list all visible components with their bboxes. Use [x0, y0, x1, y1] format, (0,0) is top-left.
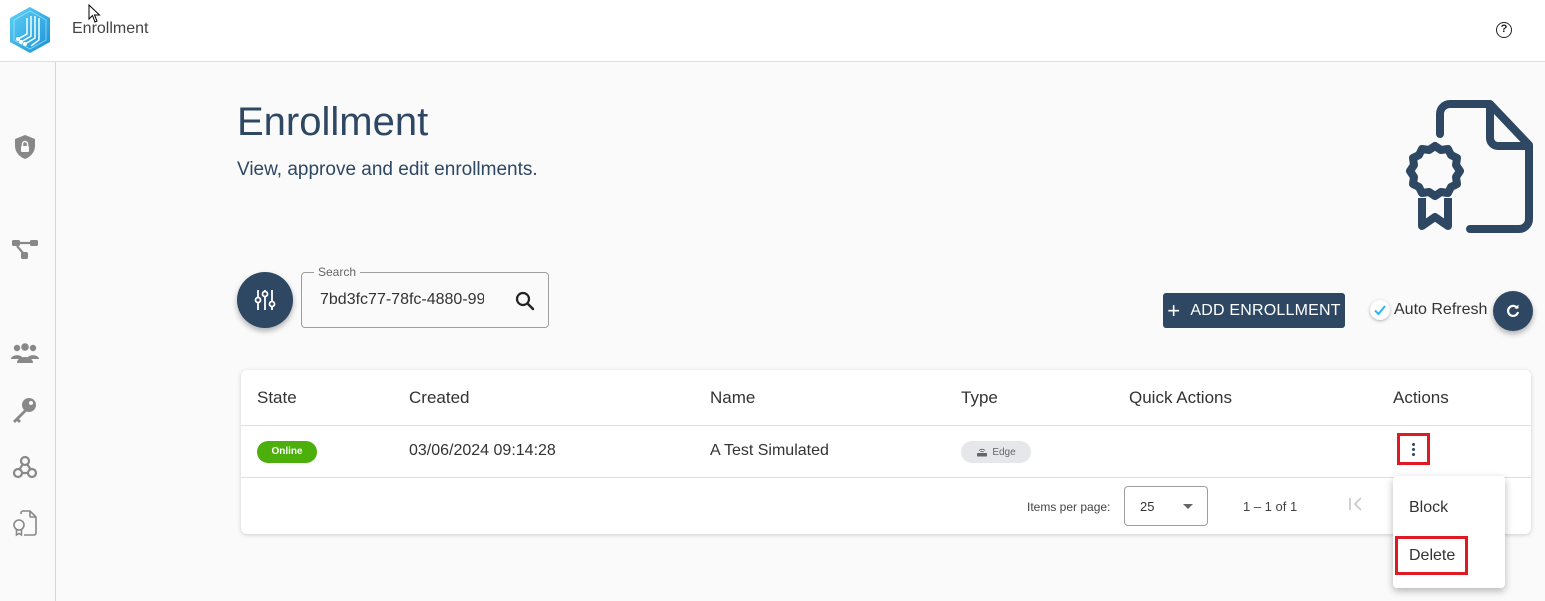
add-enrollment-label: ADD ENROLLMENT: [1190, 301, 1341, 319]
status-badge: Online: [257, 441, 317, 463]
search-input[interactable]: [320, 289, 484, 311]
router-icon: [977, 448, 988, 457]
column-header-state[interactable]: State: [257, 388, 297, 408]
menu-item-label: Block: [1409, 499, 1449, 516]
shield-lock-icon: [15, 135, 35, 159]
column-header-quick-actions: Quick Actions: [1129, 388, 1232, 407]
paginator: Items per page: 25 1 – 1 of 1: [241, 478, 1531, 534]
sidebar-item-security[interactable]: [10, 132, 40, 162]
column-header-created[interactable]: Created: [409, 388, 469, 408]
checkbox[interactable]: [1370, 300, 1390, 320]
webhook-icon: [12, 455, 38, 479]
app-title: Enrollment: [72, 20, 149, 37]
search-icon[interactable]: [514, 290, 536, 312]
items-per-page-select[interactable]: 25: [1124, 486, 1208, 526]
type-label: Edge: [992, 446, 1016, 458]
refresh-icon: [1507, 304, 1520, 317]
type-badge: Edge: [961, 441, 1031, 463]
refresh-button[interactable]: [1493, 291, 1533, 331]
row-actions-button[interactable]: [1397, 433, 1430, 465]
sidebar-item-users[interactable]: [10, 338, 40, 368]
menu-item-block[interactable]: Block: [1393, 484, 1505, 532]
certificate-document-icon: [1406, 100, 1533, 233]
add-enrollment-button[interactable]: + ADD ENROLLMENT: [1163, 293, 1345, 328]
more-vertical-icon: [1412, 442, 1415, 457]
sidebar-item-keys[interactable]: [10, 395, 40, 425]
row-actions-menu: Block Delete: [1393, 476, 1505, 588]
column-header-name[interactable]: Name: [710, 388, 755, 408]
page-title: Enrollment: [237, 100, 429, 144]
page-subtitle: View, approve and edit enrollments.: [237, 159, 538, 180]
mouse-cursor-icon: [88, 4, 101, 23]
menu-item-delete[interactable]: Delete: [1393, 532, 1505, 580]
sidebar-item-enrollment[interactable]: [10, 508, 40, 538]
help-circle-icon[interactable]: ?: [1496, 22, 1512, 38]
users-group-icon: [11, 343, 39, 363]
column-header-actions: Actions: [1393, 388, 1449, 407]
key-icon: [13, 398, 36, 423]
name-cell: A Test Simulated: [710, 442, 829, 459]
app-logo[interactable]: [9, 6, 51, 54]
page-range: 1 – 1 of 1: [1243, 499, 1298, 514]
auto-refresh-checkbox[interactable]: Auto Refresh: [1368, 298, 1487, 322]
filter-button[interactable]: [237, 272, 293, 328]
sliders-icon: [254, 290, 276, 310]
table-row[interactable]: Online 03/06/2024 09:14:28 A Test Simula…: [241, 426, 1531, 478]
network-nodes-icon: [12, 240, 38, 259]
certificate-document-icon: [13, 510, 37, 537]
created-cell: 03/06/2024 09:14:28: [409, 442, 556, 459]
sidebar-item-topology[interactable]: [10, 234, 40, 264]
sidebar-item-webhooks[interactable]: [10, 452, 40, 482]
sidebar: [0, 62, 56, 601]
caret-down-icon: [1183, 504, 1193, 509]
table-header: State Created Name Type Quick Actions Ac…: [241, 370, 1531, 426]
enrollment-table: State Created Name Type Quick Actions Ac…: [241, 370, 1531, 534]
first-page-icon[interactable]: [1346, 494, 1366, 514]
items-per-page-label: Items per page:: [1027, 500, 1111, 514]
column-header-type[interactable]: Type: [961, 388, 998, 408]
auto-refresh-label: Auto Refresh: [1394, 301, 1488, 318]
check-icon: [1374, 305, 1386, 316]
menu-item-label: Delete: [1409, 547, 1456, 564]
plus-icon: +: [1167, 297, 1181, 323]
top-bar: Enrollment ?: [0, 0, 1545, 62]
items-per-page-value: 25: [1140, 499, 1155, 514]
search-label: Search: [314, 265, 361, 279]
search-field: Search: [301, 265, 549, 328]
